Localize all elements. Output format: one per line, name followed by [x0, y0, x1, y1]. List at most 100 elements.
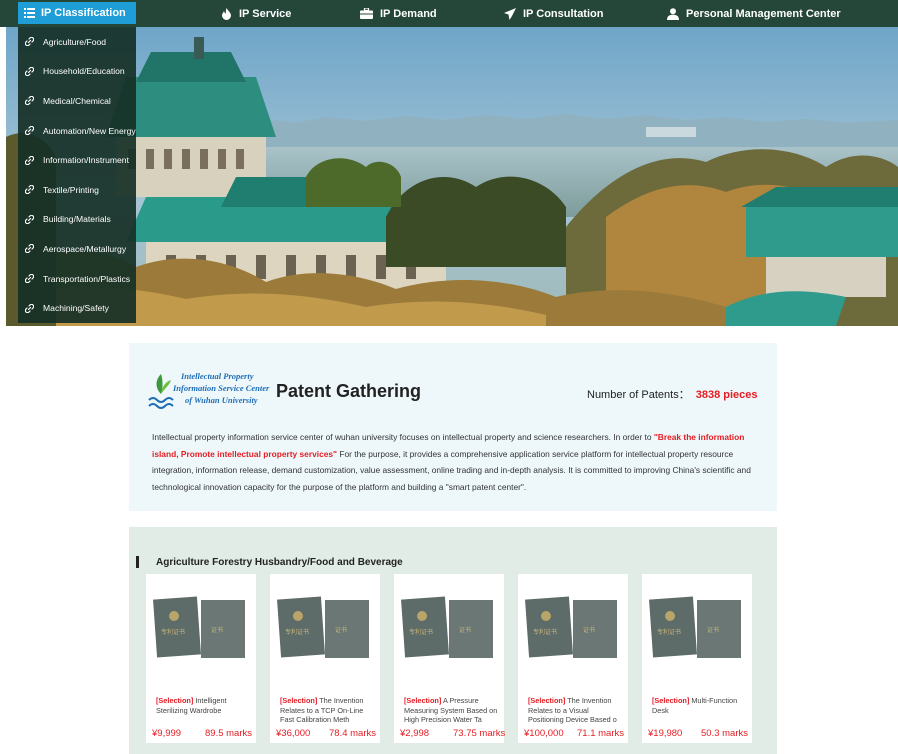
nav-ip-consultation-label: IP Consultation [523, 7, 604, 20]
wuhan-ip-center-logo: Intellectual Property Information Servic… [147, 370, 269, 412]
product-price: ¥2,998 [400, 728, 430, 739]
list-icon [24, 8, 35, 18]
sidebar-item-transportation-plastics[interactable]: Transportation/Plastics [18, 264, 136, 294]
patent-certificate-image: 专利证书 证书 [277, 596, 369, 658]
product-card[interactable]: 专利证书 证书 [Selection] A Pressure Measuring… [394, 574, 506, 743]
nav-ip-service-label: IP Service [239, 7, 292, 20]
link-icon [25, 37, 34, 47]
nav-ip-consultation[interactable]: IP Consultation [504, 0, 603, 27]
sidebar-item-label: Transportation/Plastics [43, 273, 131, 284]
link-icon [25, 185, 34, 195]
top-nav: IP Classification IP Service IP Demand I… [0, 0, 898, 27]
sidebar-item-label: Medical/Chemical [43, 95, 111, 106]
sidebar-item-label: Automation/New Energy [43, 125, 136, 136]
logo-text-line-2: Information Service Center [173, 383, 270, 393]
product-price: ¥19,980 [648, 728, 683, 739]
sidebar-item-building-materials[interactable]: Building/Materials [18, 205, 136, 235]
nav-ip-service[interactable]: IP Service [221, 0, 291, 27]
sidebar-item-label: Agriculture/Food [43, 36, 107, 47]
sidebar-item-machining-safety[interactable]: Machining/Safety [18, 293, 136, 323]
svg-text:证书: 证书 [335, 626, 347, 634]
sidebar-item-aerospace-metallurgy[interactable]: Aerospace/Metallurgy [18, 234, 136, 264]
selection-tag: [Selection] [156, 696, 194, 705]
svg-text:证书: 证书 [211, 626, 223, 634]
link-icon [25, 66, 34, 76]
link-icon [25, 214, 34, 224]
product-price: ¥36,000 [276, 728, 311, 739]
nav-personal-center[interactable]: Personal Management Center [667, 0, 841, 27]
desc-text-1: Intellectual property information servic… [152, 432, 654, 442]
logo-text-line-3: of Wuhan University [185, 395, 258, 405]
nav-ip-classification[interactable]: IP Classification [18, 2, 136, 24]
briefcase-icon [360, 8, 373, 19]
svg-text:专利证书: 专利证书 [533, 628, 557, 636]
sidebar-item-label: Textile/Printing [43, 184, 99, 195]
nav-ip-classification-label: IP Classification [41, 7, 126, 19]
hero-banner [6, 27, 898, 326]
patent-count-value: 3838 pieces [695, 389, 758, 401]
sidebar-item-label: Machining/Safety [43, 303, 109, 314]
product-marks: 89.5 marks [205, 728, 252, 739]
product-marks: 78.4 marks [329, 728, 376, 739]
svg-text:专利证书: 专利证书 [161, 628, 185, 636]
sidebar-item-label: Household/Education [43, 66, 125, 77]
sidebar-item-label: Building/Materials [43, 214, 111, 225]
page-title: Patent Gathering [276, 381, 422, 401]
selection-tag: [Selection] [528, 696, 566, 705]
logo-text-line-1: Intellectual Property [181, 371, 254, 381]
intro-panel: Intellectual Property Information Servic… [129, 343, 777, 511]
sidebar-item-label: Aerospace/Metallurgy [43, 243, 127, 254]
nav-ip-demand-label: IP Demand [380, 7, 437, 20]
product-card[interactable]: 专利证书 证书 [Selection] Intelligent Steriliz… [146, 574, 256, 743]
selection-tag: [Selection] [280, 696, 318, 705]
svg-text:专利证书: 专利证书 [285, 628, 309, 636]
campus-photo [6, 27, 898, 326]
sidebar-item-automation-new-energy[interactable]: Automation/New Energy [18, 116, 136, 146]
link-icon [25, 274, 34, 284]
product-title: [Selection] The Invention Relates to a T… [280, 696, 374, 725]
category-title: Agriculture Forestry Husbandry/Food and … [156, 557, 403, 568]
paper-plane-icon [504, 7, 516, 20]
product-card[interactable]: 专利证书 证书 [Selection] The Invention Relate… [270, 574, 380, 743]
product-title: [Selection] A Pressure Measuring System … [404, 696, 498, 725]
sidebar-item-medical-chemical[interactable]: Medical/Chemical [18, 86, 136, 116]
sidebar-item-information-instrument[interactable]: Information/Instrument [18, 145, 136, 175]
svg-text:证书: 证书 [583, 626, 595, 634]
category-section: Agriculture Forestry Husbandry/Food and … [129, 527, 777, 754]
patent-certificate-image: 专利证书 证书 [401, 596, 493, 658]
category-sidebar: Agriculture/Food Household/Education Med… [18, 27, 136, 323]
link-icon [25, 155, 34, 165]
link-icon [25, 126, 34, 136]
sidebar-item-household-education[interactable]: Household/Education [18, 57, 136, 87]
patent-certificate-image: 专利证书 证书 [153, 596, 245, 658]
product-title: [Selection] Multi-Function Desk [652, 696, 746, 725]
patent-count: Number of Patents： 3838 pieces [587, 386, 758, 402]
section-marker [136, 556, 139, 568]
product-marks: 50.3 marks [701, 728, 748, 739]
fire-icon [222, 7, 231, 20]
product-marks: 71.1 marks [577, 728, 624, 739]
product-marks: 73.75 marks [453, 728, 506, 739]
svg-text:证书: 证书 [707, 626, 719, 634]
product-price: ¥100,000 [524, 728, 564, 739]
svg-text:专利证书: 专利证书 [409, 628, 433, 636]
patent-count-label: Number of Patents： [587, 389, 690, 401]
sidebar-item-textile-printing[interactable]: Textile/Printing [18, 175, 136, 205]
product-card[interactable]: 专利证书 证书 [Selection] The Invention Relate… [518, 574, 628, 743]
product-card[interactable]: 专利证书 证书 [Selection] Multi-Function Desk … [642, 574, 752, 743]
sidebar-item-agriculture-food[interactable]: Agriculture/Food [18, 27, 136, 57]
selection-tag: [Selection] [404, 696, 442, 705]
product-price: ¥9,999 [152, 728, 182, 739]
user-icon [667, 7, 679, 20]
svg-text:专利证书: 专利证书 [657, 628, 681, 636]
product-title: [Selection] Intelligent Sterilizing Ward… [156, 696, 250, 725]
intro-description: Intellectual property information servic… [152, 429, 752, 495]
nav-ip-demand[interactable]: IP Demand [360, 0, 437, 27]
selection-tag: [Selection] [652, 696, 690, 705]
patent-certificate-image: 专利证书 证书 [525, 596, 617, 658]
sidebar-item-label: Information/Instrument [43, 155, 129, 166]
svg-text:证书: 证书 [459, 626, 471, 634]
link-icon [25, 96, 34, 106]
nav-personal-center-label: Personal Management Center [686, 7, 841, 20]
patent-certificate-image: 专利证书 证书 [649, 596, 741, 658]
